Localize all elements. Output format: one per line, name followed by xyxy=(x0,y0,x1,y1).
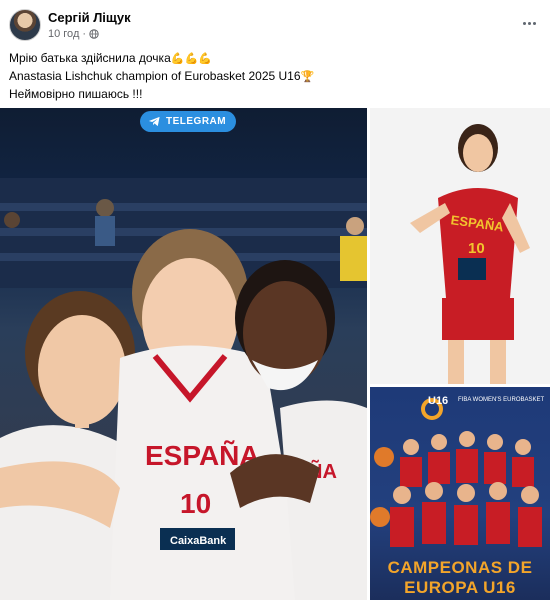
author-avatar[interactable] xyxy=(9,9,41,41)
trophy-emoji: 🏆 xyxy=(300,71,315,83)
post-header: Сергій Ліщук 10 год · xyxy=(0,0,550,46)
post-line-3: Неймовірно пишаюсь !!! xyxy=(9,87,143,101)
svg-text:10: 10 xyxy=(468,240,485,257)
post-meta: 10 год · xyxy=(48,28,99,40)
post-text: Мрію батька здійснила дочка💪💪💪 Anastasia… xyxy=(9,50,314,103)
more-options-icon[interactable] xyxy=(518,14,540,32)
telegram-badge-label: TELEGRAM xyxy=(166,116,227,127)
telegram-badge[interactable]: TELEGRAM xyxy=(140,111,237,132)
facebook-post: Сергій Ліщук 10 год · Мрію батька здійсн… xyxy=(0,0,550,600)
photo-champions-poster[interactable]: U16 FIBA WOMEN'S EUROBASKET CAMPEONAS DE… xyxy=(370,387,550,600)
poster-title: U16 xyxy=(428,395,449,407)
player-portrait-illustration: ESPAÑA 10 xyxy=(370,108,550,384)
author-name[interactable]: Сергій Ліщук xyxy=(48,10,131,25)
globe-icon[interactable] xyxy=(89,29,99,39)
jersey-number: 10 xyxy=(180,488,211,519)
meta-separator: · xyxy=(82,28,87,40)
post-time[interactable]: 10 год xyxy=(48,28,79,40)
poster-footer: CAMPEONAS DE EUROPA U16 xyxy=(387,558,533,597)
photo-grid: ESPAÑA 10 CaixaBank ÑA TELEGRAM ESPAÑA 1… xyxy=(0,108,550,600)
post-line-1: Мрію батька здійснила дочка💪💪💪 xyxy=(9,51,212,65)
flexed-biceps-emoji: 💪💪💪 xyxy=(170,53,212,65)
telegram-icon xyxy=(148,116,160,127)
post-line-2: Anastasia Lishchuk champion of Eurobaske… xyxy=(9,69,315,83)
celebration-illustration: ESPAÑA 10 CaixaBank ÑA xyxy=(0,178,367,600)
photo-team-celebration[interactable]: ESPAÑA 10 CaixaBank ÑA TELEGRAM xyxy=(0,108,367,600)
photo-player-portrait[interactable]: ESPAÑA 10 xyxy=(370,108,550,384)
jersey-sponsor: CaixaBank xyxy=(170,535,227,547)
poster-subtitle: FIBA WOMEN'S EUROBASKET xyxy=(458,397,545,403)
